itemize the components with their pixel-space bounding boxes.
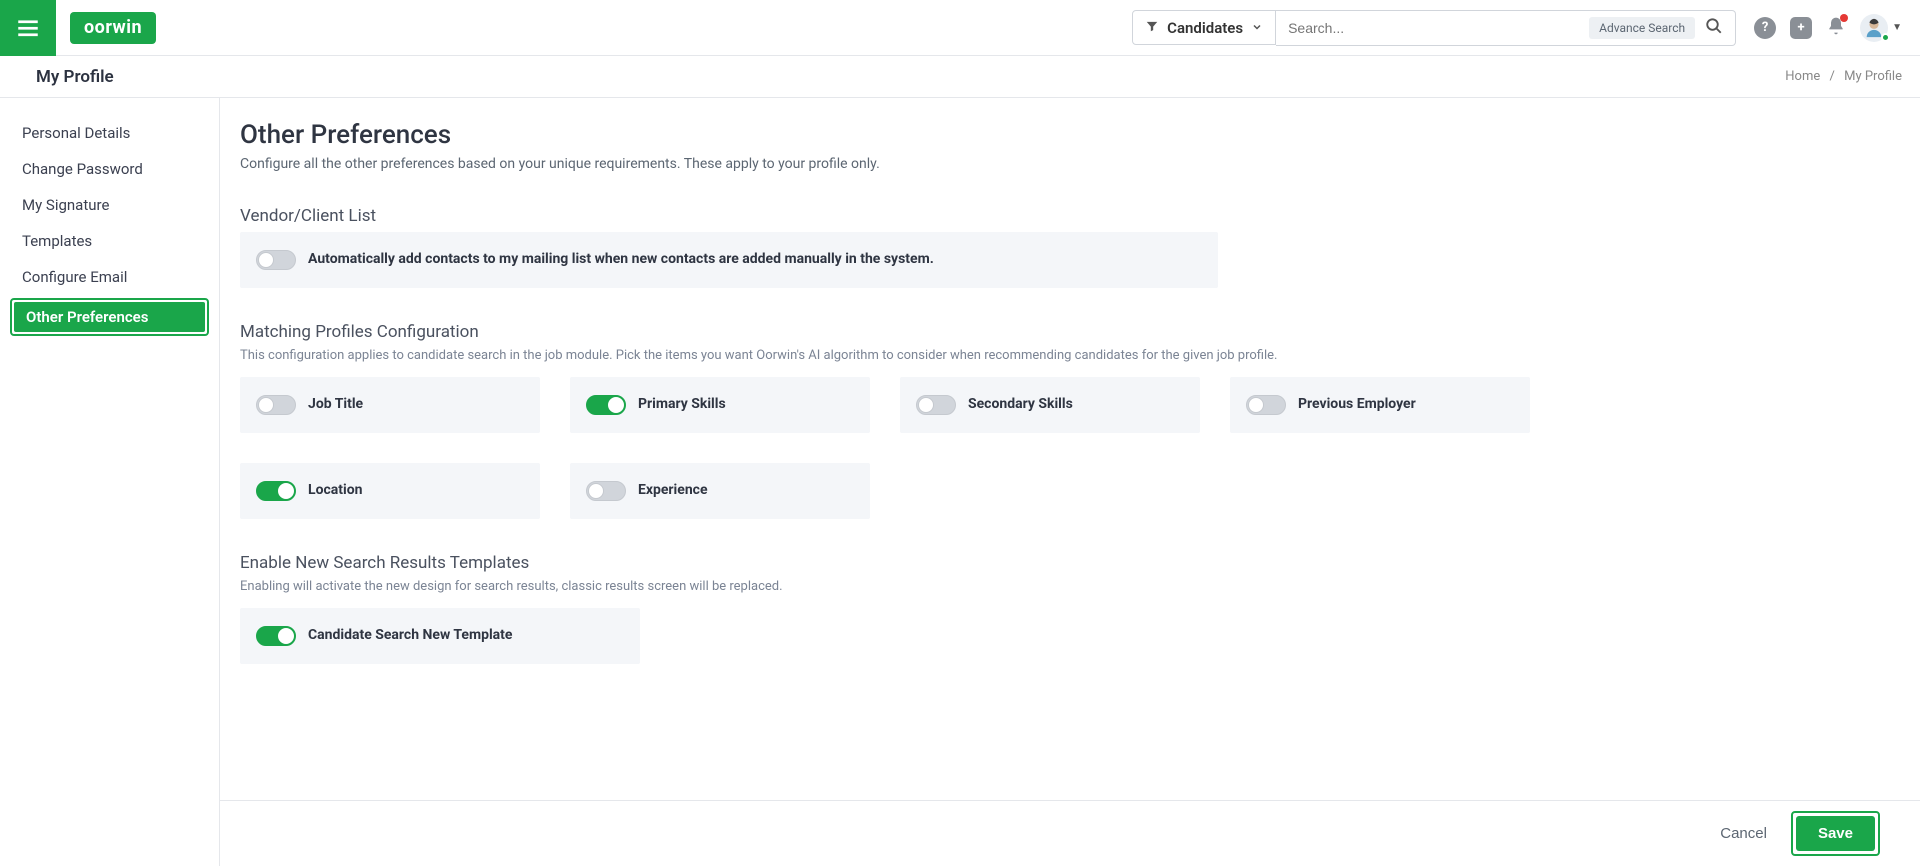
logo[interactable]: oorwin <box>70 12 156 44</box>
experience-toggle[interactable] <box>586 481 626 501</box>
save-button[interactable]: Save <box>1796 816 1875 851</box>
add-icon[interactable]: + <box>1790 17 1812 39</box>
sidebar: Personal Details Change Password My Sign… <box>0 98 220 866</box>
breadcrumb-separator: / <box>1830 69 1835 84</box>
search-templates-title: Enable New Search Results Templates <box>240 553 1890 573</box>
footer-bar: Cancel Save <box>220 800 1920 866</box>
sidebar-item-templates[interactable]: Templates <box>10 224 209 258</box>
user-menu[interactable]: ▼ <box>1860 14 1902 42</box>
job-title-card: Job Title <box>240 377 540 433</box>
notifications-icon[interactable] <box>1826 16 1846 40</box>
breadcrumb-current: My Profile <box>1844 69 1902 84</box>
location-card: Location <box>240 463 540 519</box>
breadcrumb: Home / My Profile <box>1785 69 1902 84</box>
matching-section-desc: This configuration applies to candidate … <box>240 348 1890 363</box>
matching-section: Matching Profiles Configuration This con… <box>240 322 1890 519</box>
experience-card: Experience <box>570 463 870 519</box>
job-title-toggle[interactable] <box>256 395 296 415</box>
filter-label: Candidates <box>1167 19 1243 37</box>
filter-icon <box>1145 18 1159 37</box>
top-icons: ? + ▼ <box>1754 14 1902 42</box>
vendor-section-title: Vendor/Client List <box>240 206 1890 226</box>
previous-employer-toggle[interactable] <box>1246 395 1286 415</box>
vendor-auto-add-toggle[interactable] <box>256 250 296 270</box>
menu-toggle-button[interactable] <box>0 0 56 56</box>
page-section-title: My Profile <box>36 67 114 87</box>
save-button-highlight: Save <box>1791 811 1880 856</box>
search-box: Advance Search <box>1276 10 1736 46</box>
secondary-skills-label: Secondary Skills <box>968 395 1073 415</box>
hamburger-icon <box>15 15 41 41</box>
secondary-skills-card: Secondary Skills <box>900 377 1200 433</box>
candidate-search-template-card: Candidate Search New Template <box>240 608 640 664</box>
sidebar-item-configure-email[interactable]: Configure Email <box>10 260 209 294</box>
caret-down-icon: ▼ <box>1892 22 1902 33</box>
sidebar-item-my-signature[interactable]: My Signature <box>10 188 209 222</box>
experience-label: Experience <box>638 481 708 501</box>
cancel-button[interactable]: Cancel <box>1720 825 1767 842</box>
advance-search-button[interactable]: Advance Search <box>1589 17 1695 39</box>
vendor-section: Vendor/Client List Automatically add con… <box>240 206 1890 288</box>
notification-dot <box>1840 14 1848 22</box>
logo-text: oorwin <box>84 17 142 38</box>
secondary-skills-toggle[interactable] <box>916 395 956 415</box>
matching-section-title: Matching Profiles Configuration <box>240 322 1890 342</box>
candidate-search-template-toggle[interactable] <box>256 626 296 646</box>
search-filter-dropdown[interactable]: Candidates <box>1132 10 1276 45</box>
sidebar-item-personal-details[interactable]: Personal Details <box>10 116 209 150</box>
vendor-toggle-card: Automatically add contacts to my mailing… <box>240 232 1218 288</box>
primary-skills-card: Primary Skills <box>570 377 870 433</box>
sidebar-item-change-password[interactable]: Change Password <box>10 152 209 186</box>
previous-employer-card: Previous Employer <box>1230 377 1530 433</box>
previous-employer-label: Previous Employer <box>1298 395 1416 415</box>
sidebar-item-label: Other Preferences <box>14 302 205 332</box>
page-title: Other Preferences <box>240 120 1890 150</box>
primary-skills-toggle[interactable] <box>586 395 626 415</box>
chevron-down-icon <box>1251 18 1263 37</box>
job-title-label: Job Title <box>308 395 363 415</box>
help-icon[interactable]: ? <box>1754 17 1776 39</box>
search-templates-desc: Enabling will activate the new design fo… <box>240 579 1890 594</box>
sub-header: My Profile Home / My Profile <box>0 56 1920 98</box>
search-icon[interactable] <box>1701 13 1727 43</box>
search-group: Candidates Advance Search <box>1132 10 1736 46</box>
location-toggle[interactable] <box>256 481 296 501</box>
vendor-toggle-label: Automatically add contacts to my mailing… <box>308 250 934 270</box>
page-description: Configure all the other preferences base… <box>240 156 1890 172</box>
breadcrumb-home[interactable]: Home <box>1785 69 1820 84</box>
search-templates-section: Enable New Search Results Templates Enab… <box>240 553 1890 664</box>
status-indicator <box>1881 33 1890 42</box>
primary-skills-label: Primary Skills <box>638 395 726 415</box>
sidebar-item-other-preferences[interactable]: Other Preferences <box>10 298 209 336</box>
content-area: Other Preferences Configure all the othe… <box>220 98 1920 866</box>
top-bar: oorwin Candidates Advance Search ? + <box>0 0 1920 56</box>
candidate-search-template-label: Candidate Search New Template <box>308 626 512 646</box>
search-input[interactable] <box>1288 12 1589 44</box>
location-label: Location <box>308 481 362 501</box>
